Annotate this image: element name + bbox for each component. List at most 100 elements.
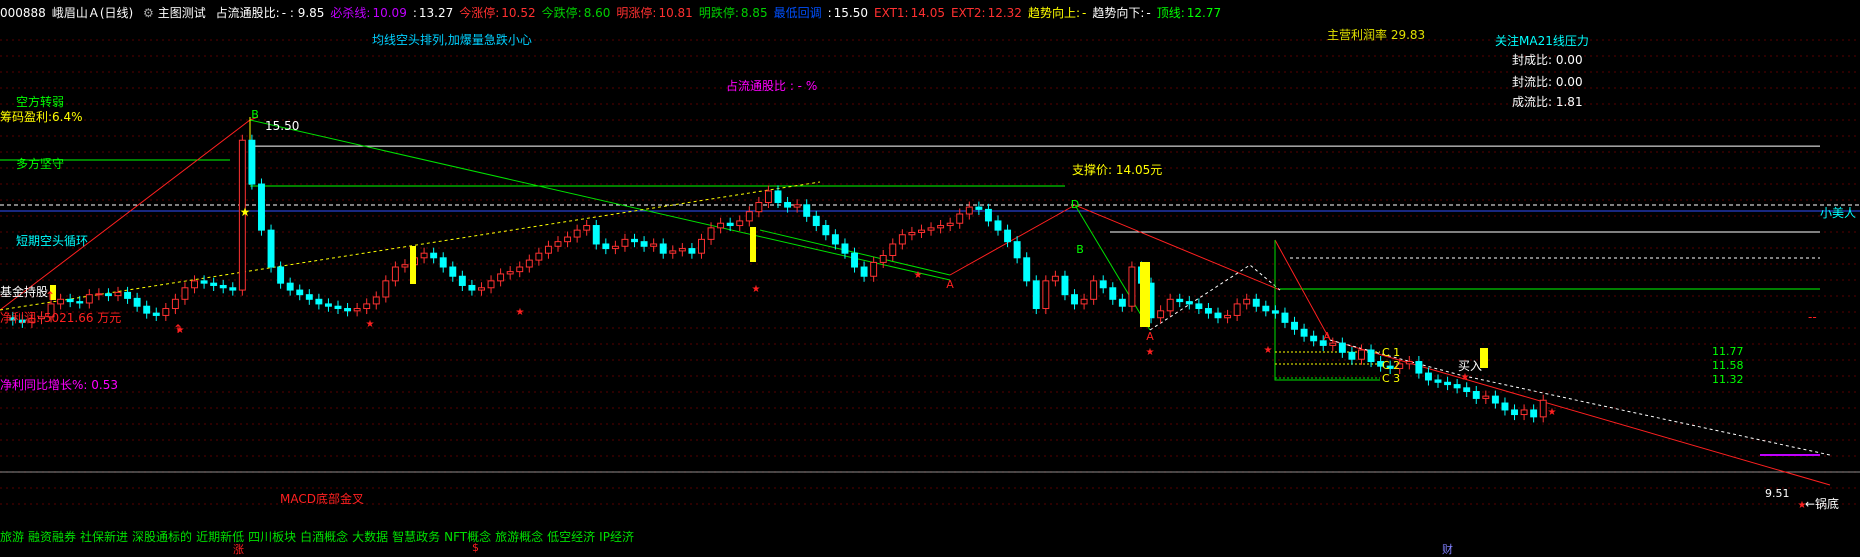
candle-body <box>372 296 380 305</box>
candle-body <box>535 252 543 261</box>
up-arrow-icon: ↑ <box>173 322 183 336</box>
gear-icon[interactable]: ⚙ <box>143 6 154 20</box>
header-item-value: - : 9.85 <box>281 6 325 20</box>
candle-body <box>1453 384 1461 389</box>
header-item: EXT1: <box>874 6 909 20</box>
candle-body <box>200 280 208 284</box>
candle <box>439 252 447 273</box>
bull-hold: 多方坚守 <box>16 157 65 171</box>
candles <box>9 134 1547 423</box>
candle <box>956 208 964 229</box>
point-d: D <box>1071 198 1079 211</box>
candle-body <box>1204 308 1212 314</box>
candle-body <box>258 183 265 231</box>
candle-body <box>506 271 514 275</box>
header-item: 明跌停: <box>698 6 739 20</box>
indicator-name[interactable]: 主图测试 <box>158 6 206 20</box>
candle <box>210 277 218 291</box>
candle-body <box>1472 391 1480 399</box>
candle <box>248 134 256 190</box>
candle <box>181 282 189 305</box>
candle <box>688 243 696 259</box>
candle <box>1023 252 1031 287</box>
candle-body <box>334 305 342 310</box>
candle-body <box>449 266 457 277</box>
candle-body <box>908 231 916 236</box>
candle <box>458 270 466 291</box>
candle <box>1262 300 1270 317</box>
header-item-value: 12.32 <box>987 6 1022 20</box>
point-a: A <box>946 278 954 291</box>
candle <box>363 298 371 315</box>
candle-body <box>1157 310 1165 319</box>
header-item-value: 8.85 <box>740 6 768 20</box>
header-item: 占流通股比: <box>215 6 280 20</box>
candle-body <box>1348 351 1356 360</box>
trend-line-white-2 <box>1329 339 1831 456</box>
header-item-value: - <box>1081 6 1087 20</box>
bottom-marker[interactable]: $ <box>472 541 479 554</box>
candle <box>430 247 438 264</box>
candle-body <box>516 266 524 273</box>
candle <box>803 199 811 222</box>
candle-body <box>124 291 132 299</box>
candle-body <box>1109 287 1117 300</box>
candle <box>698 233 705 259</box>
c-level-name: C 1 <box>1382 346 1400 359</box>
candle-body <box>439 257 447 268</box>
period-label[interactable]: (日线) <box>100 6 133 20</box>
candle-body <box>640 241 648 247</box>
header-item-value: 10.09 <box>372 6 407 20</box>
candle-body <box>1051 275 1059 282</box>
candle-body <box>956 213 964 224</box>
candle <box>918 224 925 238</box>
candle <box>1042 275 1050 315</box>
candle <box>286 277 294 296</box>
stock-name: 峨眉山Ａ <box>51 6 100 20</box>
candle-body <box>889 243 897 257</box>
candle-body <box>1090 280 1098 300</box>
candle-body <box>458 275 466 286</box>
candle-body <box>1243 298 1251 305</box>
candle-body <box>104 293 112 297</box>
candle <box>95 288 103 301</box>
candle-body <box>478 287 485 291</box>
candle-body <box>1424 372 1432 381</box>
candle <box>229 282 237 296</box>
candle <box>611 240 619 255</box>
candle-body <box>946 222 954 227</box>
candle <box>640 236 648 252</box>
candle <box>602 238 610 255</box>
red-star-icon: ★ <box>1146 347 1155 358</box>
candle-body <box>1501 402 1509 411</box>
candle <box>324 298 332 312</box>
candle-body <box>1530 409 1538 418</box>
candle <box>1071 289 1078 310</box>
candle <box>1463 382 1471 398</box>
red-star-icon: ★ <box>1264 345 1273 356</box>
header-item: EXT2: <box>950 6 986 20</box>
candle-body <box>736 220 744 227</box>
net-profit-yoy: 净利同比增长%: 0.53 <box>0 378 118 392</box>
candle-body <box>688 248 696 254</box>
candle <box>267 224 275 273</box>
red-star-icon: ★ <box>914 270 923 281</box>
candle <box>631 233 638 248</box>
c-level-value: 11.58 <box>1712 359 1744 372</box>
candle <box>812 210 820 232</box>
candle <box>152 307 160 321</box>
candle-body <box>401 264 409 268</box>
candle <box>1157 305 1165 324</box>
candle-body <box>1491 395 1499 404</box>
candle-body <box>554 241 562 247</box>
short-cycle: 短期空头循环 <box>16 234 89 248</box>
candle-body <box>57 298 65 305</box>
candle-body <box>133 297 141 307</box>
candle <box>1214 307 1222 324</box>
header-item: : <box>412 6 417 20</box>
header-item-value: 12.77 <box>1186 6 1222 20</box>
trend-lines <box>0 116 1831 486</box>
c-level-name: C 3 <box>1382 372 1400 385</box>
candle-body <box>305 294 313 300</box>
highlight-bar <box>750 227 756 262</box>
